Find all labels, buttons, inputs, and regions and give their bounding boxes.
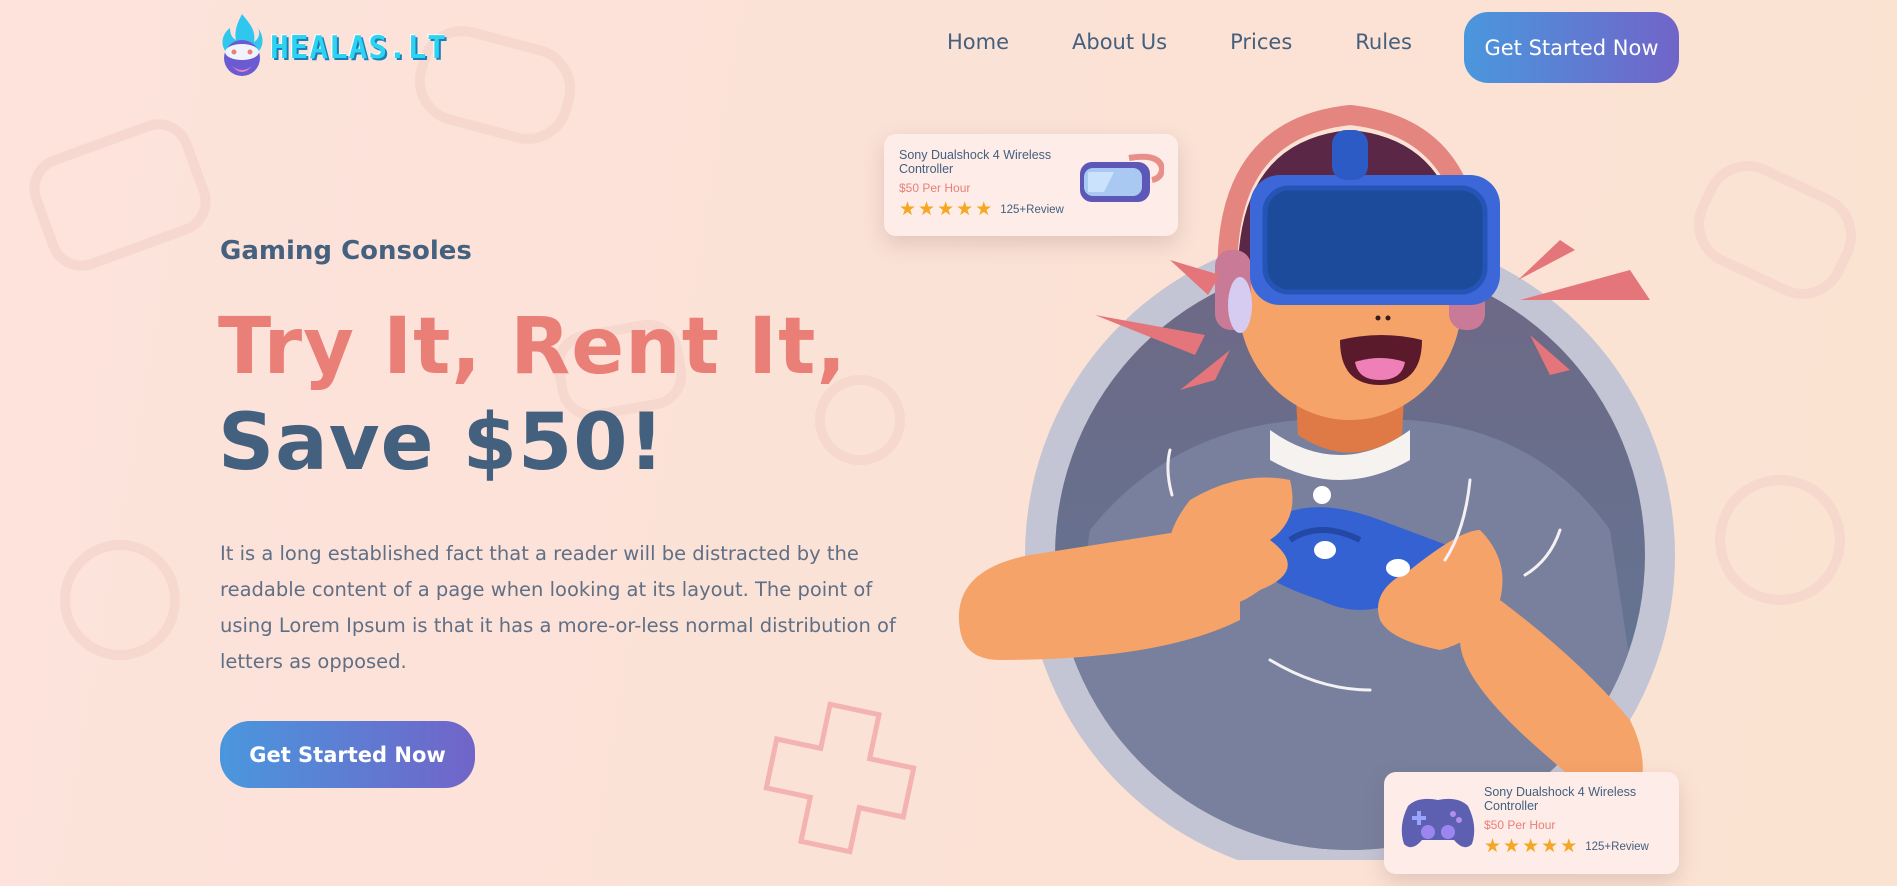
star-icon: ★ (918, 199, 936, 220)
nav-link-rules[interactable]: Rules (1355, 30, 1412, 54)
star-icon: ★ (899, 199, 917, 220)
star-icon: ★ (1503, 836, 1521, 857)
star-icon: ★ (975, 199, 993, 220)
gamer-flame-mascot-icon (220, 12, 264, 84)
product-card-price: $50 Per Hour (1484, 818, 1556, 832)
star-icon: ★ (1541, 836, 1559, 857)
nav-link-about-us[interactable]: About Us (1072, 30, 1167, 54)
product-card-reviews: 125+Review (1585, 840, 1649, 853)
star-icon: ★ (1522, 836, 1540, 857)
hero-headline-line1: Try It, Rent It, (218, 302, 848, 392)
star-icon: ★ (1484, 836, 1502, 857)
product-card[interactable]: Sony Dualshock 4 Wireless Controller $50… (1384, 772, 1679, 874)
star-icon: ★ (937, 199, 955, 220)
product-card-rating: ★ ★ ★ ★ ★ 125+Review (899, 200, 1069, 219)
hero-eyebrow: Gaming Consoles (220, 236, 472, 266)
star-icon: ★ (956, 199, 974, 220)
product-card-title: Sony Dualshock 4 Wireless Controller (899, 148, 1052, 176)
hero-description: It is a long established fact that a rea… (220, 542, 896, 673)
nav-link-home[interactable]: Home (947, 30, 1009, 54)
nav-link-prices[interactable]: Prices (1230, 30, 1292, 54)
product-card-body: Sony Dualshock 4 Wireless Controller $50… (899, 148, 1069, 219)
hero-headline-line2: Save $50! (218, 398, 666, 488)
product-card-reviews: 125+Review (1000, 203, 1064, 216)
product-card[interactable]: Sony Dualshock 4 Wireless Controller $50… (884, 134, 1178, 236)
star-icon: ★ (1560, 836, 1578, 857)
product-card-price: $50 Per Hour (899, 181, 971, 195)
gamepad-icon (1398, 790, 1478, 857)
header-get-started-button[interactable]: Get Started Now (1464, 12, 1679, 83)
main-nav: Home About Us Prices Rules (947, 30, 1412, 54)
product-card-body: Sony Dualshock 4 Wireless Controller $50… (1484, 785, 1669, 856)
plus-decoration-icon (763, 701, 917, 855)
product-card-title: Sony Dualshock 4 Wireless Controller (1484, 785, 1637, 813)
brand-name: HEALAS.LT (270, 30, 447, 66)
vr-headset-icon (1074, 148, 1166, 213)
brand-logo[interactable]: HEALAS.LT (220, 12, 447, 84)
product-card-rating: ★ ★ ★ ★ ★ 125+Review (1484, 837, 1669, 856)
hero-get-started-button[interactable]: Get Started Now (220, 721, 475, 788)
